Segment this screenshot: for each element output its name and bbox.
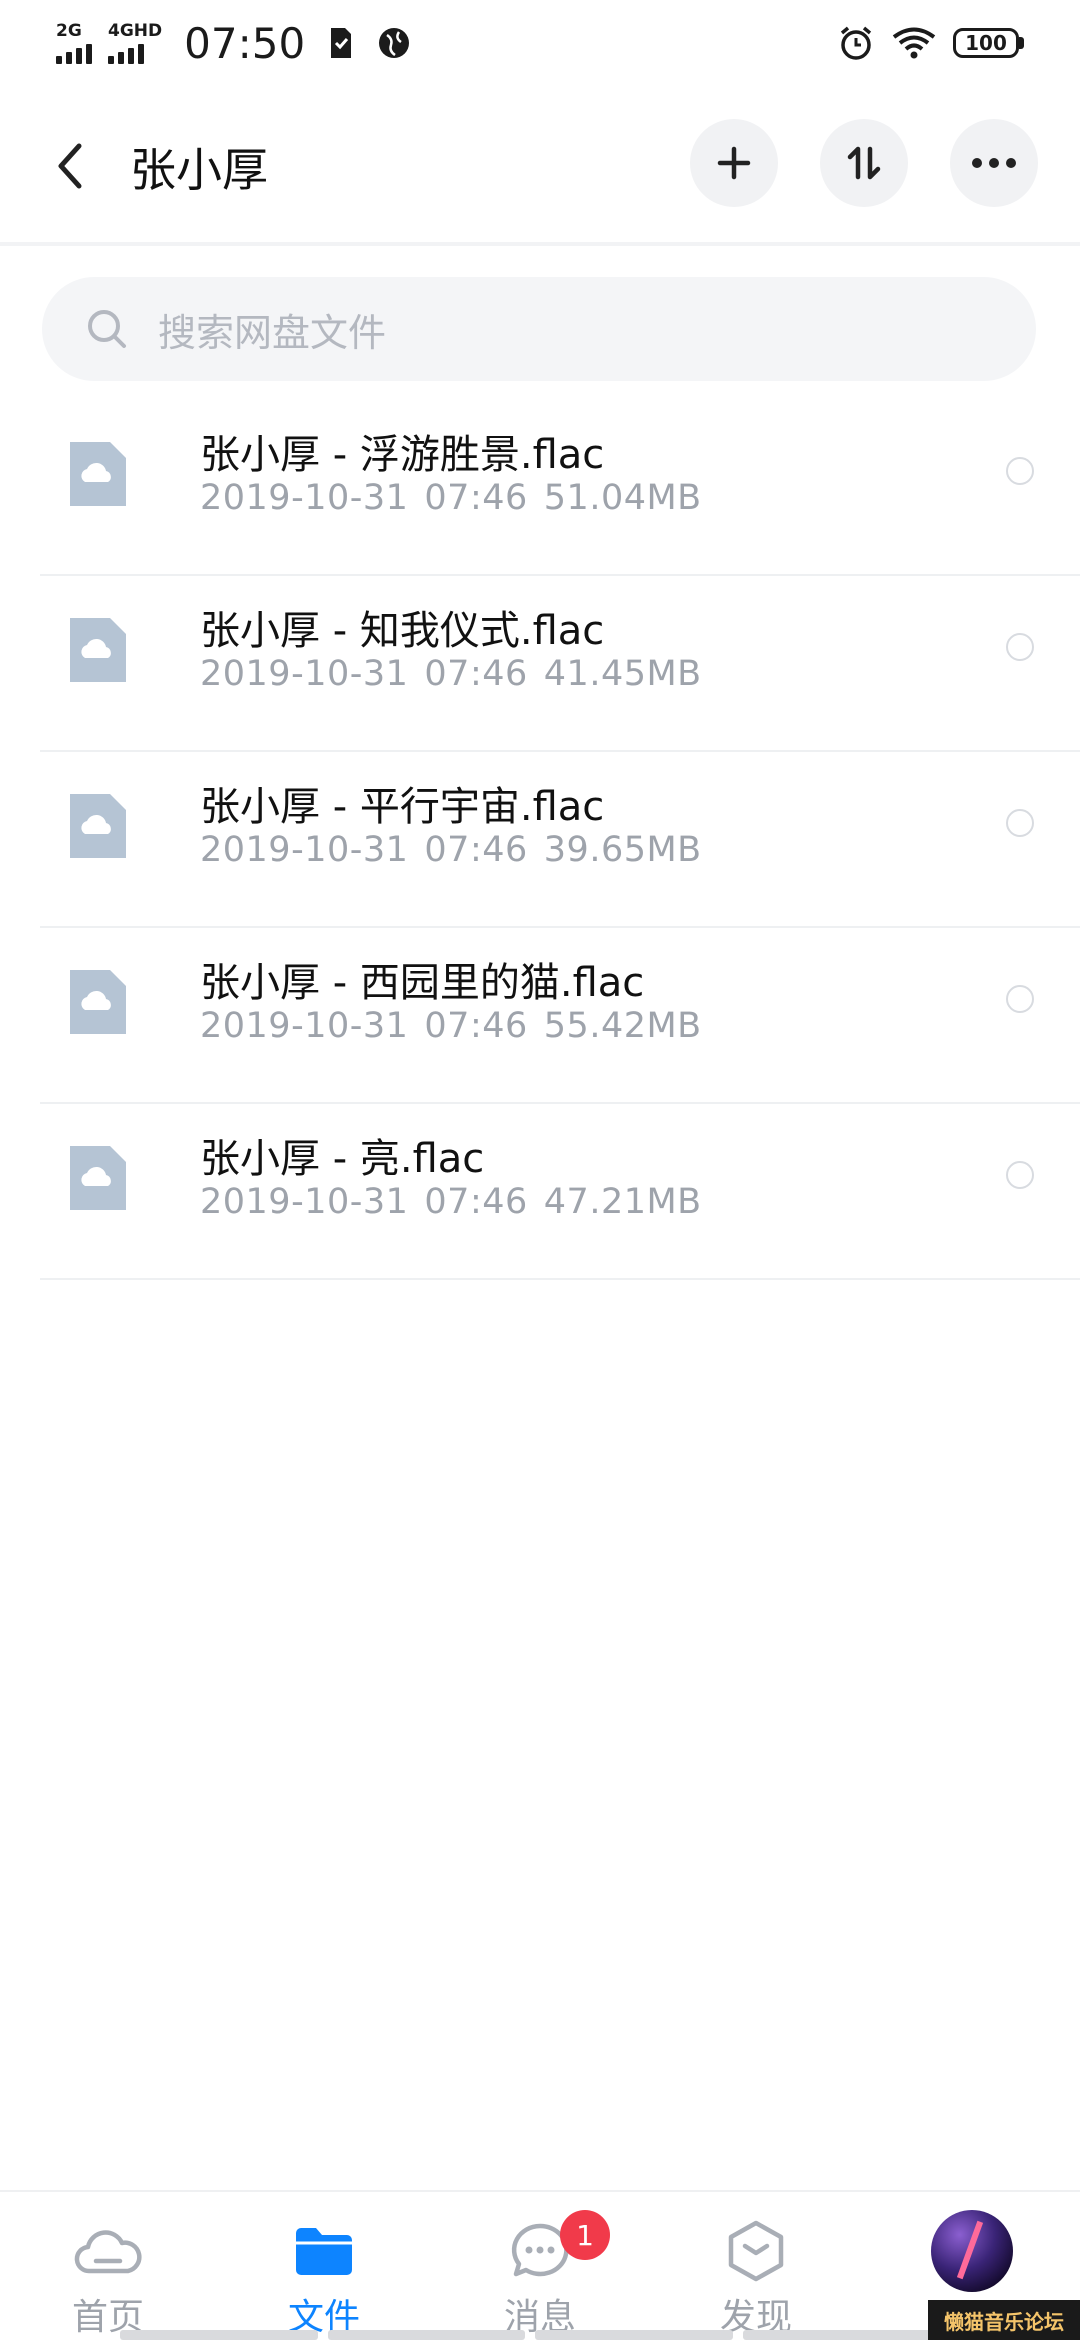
cloud-file-icon: [70, 970, 126, 1034]
more-button[interactable]: [950, 119, 1038, 207]
status-bar: 2G 4GHD 07:50 100: [0, 0, 1080, 86]
nav-messages[interactable]: 1 消息: [432, 2192, 648, 2340]
plus-icon: [717, 146, 751, 180]
app-header: 张小厚: [0, 86, 1080, 246]
nav-messages-icon-wrap: 1: [504, 2210, 610, 2282]
status-left: 2G 4GHD 07:50: [56, 19, 413, 68]
globe-icon: [375, 24, 413, 62]
cloud-file-icon: [70, 618, 126, 682]
select-radio[interactable]: [1006, 809, 1034, 837]
file-name: 张小厚 - 知我仪式.flac: [200, 608, 605, 654]
file-size: 47.21MB: [543, 1182, 702, 1222]
select-radio[interactable]: [1006, 985, 1034, 1013]
signal-2g-label: 2G: [56, 21, 82, 41]
clock: 07:50: [184, 18, 306, 68]
status-right: 100: [837, 24, 1024, 62]
file-date: 2019-10-31: [200, 478, 409, 518]
signal-bars-icon: [108, 42, 144, 64]
file-meta: 2019-10-31 07:46 47.21MB: [200, 1182, 702, 1222]
notification-badge: 1: [560, 2210, 610, 2260]
file-name: 张小厚 - 浮游胜景.flac: [200, 432, 605, 478]
file-meta: 2019-10-31 07:46 51.04MB: [200, 478, 702, 518]
header-actions: [690, 119, 1038, 207]
battery-level: 100: [953, 28, 1019, 58]
file-time: 07:46: [424, 830, 528, 870]
nav-files[interactable]: 文件: [216, 2192, 432, 2340]
file-list: 张小厚 - 浮游胜景.flac 2019-10-31 07:46 51.04MB 张…: [0, 400, 1080, 1280]
hexagon-icon: [728, 2220, 784, 2282]
battery-icon: 100: [953, 28, 1024, 58]
avatar: [931, 2210, 1013, 2292]
file-date: 2019-10-31: [200, 1006, 409, 1046]
page-title: 张小厚: [130, 143, 268, 197]
signal-2g: 2G: [56, 22, 92, 64]
file-row[interactable]: 张小厚 - 知我仪式.flac 2019-10-31 07:46 41.45MB: [40, 576, 1080, 752]
alarm-icon: [837, 24, 875, 62]
more-icon: [972, 158, 1016, 168]
folder-icon: [296, 2228, 352, 2275]
file-date: 2019-10-31: [200, 830, 409, 870]
file-date: 2019-10-31: [200, 1182, 409, 1222]
back-button[interactable]: [46, 136, 94, 196]
signal-bars-icon: [56, 42, 92, 64]
file-size: 51.04MB: [543, 478, 702, 518]
signal-4g: 4GHD: [108, 22, 162, 64]
file-time: 07:46: [424, 1006, 528, 1046]
file-size: 55.42MB: [543, 1006, 702, 1046]
sort-icon: [847, 146, 881, 180]
select-radio[interactable]: [1006, 1161, 1034, 1189]
nav-home[interactable]: 首页: [0, 2192, 216, 2340]
nav-discover[interactable]: 发现: [648, 2192, 864, 2340]
search-placeholder: 搜索网盘文件: [158, 310, 387, 355]
add-button[interactable]: [690, 119, 778, 207]
file-row[interactable]: 张小厚 - 西园里的猫.flac 2019-10-31 07:46 55.42MB: [40, 928, 1080, 1104]
file-meta: 2019-10-31 07:46 55.42MB: [200, 1006, 702, 1046]
wifi-icon: [891, 24, 937, 62]
search-input[interactable]: 搜索网盘文件: [42, 277, 1036, 381]
home-indicator: [120, 2330, 940, 2340]
sort-button[interactable]: [820, 119, 908, 207]
select-radio[interactable]: [1006, 457, 1034, 485]
file-name: 张小厚 - 西园里的猫.flac: [200, 960, 645, 1006]
file-time: 07:46: [424, 654, 528, 694]
cloud-icon: [74, 2230, 142, 2274]
select-radio[interactable]: [1006, 633, 1034, 661]
sim-card-icon: [321, 24, 359, 62]
nav-discover-icon-wrap: [720, 2220, 792, 2282]
cloud-file-icon: [70, 442, 126, 506]
file-name: 张小厚 - 亮.flac: [200, 1136, 485, 1182]
chevron-left-icon: [58, 143, 82, 189]
file-meta: 2019-10-31 07:46 39.65MB: [200, 830, 702, 870]
file-time: 07:46: [424, 1182, 528, 1222]
file-meta: 2019-10-31 07:46 41.45MB: [200, 654, 702, 694]
file-row[interactable]: 张小厚 - 亮.flac 2019-10-31 07:46 47.21MB: [40, 1104, 1080, 1280]
file-size: 41.45MB: [543, 654, 702, 694]
nav-files-icon-wrap: [288, 2220, 360, 2282]
cloud-file-icon: [70, 794, 126, 858]
file-time: 07:46: [424, 478, 528, 518]
file-row[interactable]: 张小厚 - 平行宇宙.flac 2019-10-31 07:46 39.65MB: [40, 752, 1080, 928]
file-size: 39.65MB: [543, 830, 702, 870]
file-date: 2019-10-31: [200, 654, 409, 694]
file-row[interactable]: 张小厚 - 浮游胜景.flac 2019-10-31 07:46 51.04MB: [40, 400, 1080, 576]
bottom-nav: 首页 文件 1 消息 发现: [0, 2190, 1080, 2340]
signal-4g-label: 4GHD: [108, 21, 163, 41]
watermark-logo: 懒猫音乐论坛: [928, 2300, 1080, 2340]
file-name: 张小厚 - 平行宇宙.flac: [200, 784, 605, 830]
nav-home-icon-wrap: [72, 2220, 144, 2282]
cloud-file-icon: [70, 1146, 126, 1210]
search-icon: [88, 310, 126, 348]
